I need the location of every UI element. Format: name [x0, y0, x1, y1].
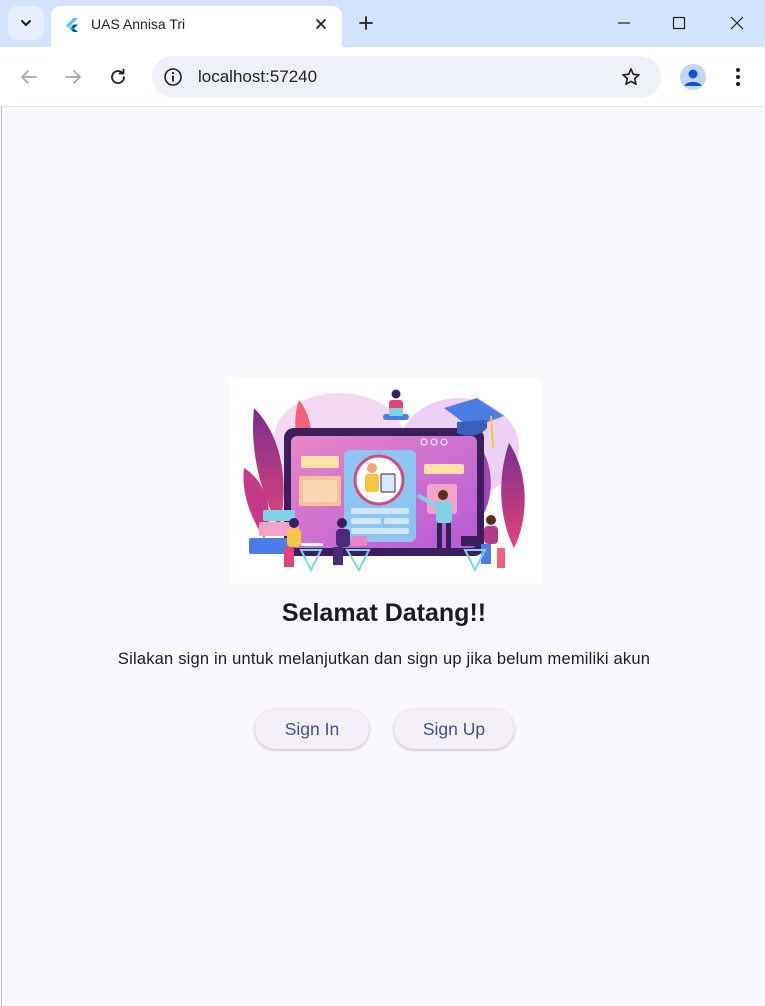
chevron-down-icon [21, 20, 31, 26]
app-page: Selamat Datang!! Silakan sign in untuk m… [1, 107, 765, 1006]
tab-title: UAS Annisa Tri [91, 16, 186, 32]
reload-button[interactable] [103, 62, 133, 92]
window-close-button[interactable] [722, 8, 752, 38]
avatar-icon [684, 69, 702, 86]
sign-up-button[interactable]: Sign Up [394, 709, 514, 749]
active-tab[interactable]: UAS Annisa Tri [51, 6, 342, 47]
tab-strip: UAS Annisa Tri [0, 0, 765, 47]
minimize-icon [618, 22, 630, 24]
url-text: localhost:57240 [198, 67, 318, 86]
info-icon [164, 68, 182, 86]
browser-window: UAS Annisa Tri localhost:57240 Selamat D… [0, 0, 765, 1006]
forward-button[interactable] [58, 62, 88, 92]
tab-search-button[interactable] [8, 6, 44, 40]
close-icon [316, 19, 326, 29]
minimize-button[interactable] [609, 8, 639, 38]
maximize-icon [672, 16, 686, 30]
new-tab-button[interactable] [354, 11, 378, 35]
online-class-illustration [229, 378, 542, 585]
maximize-button[interactable] [664, 8, 694, 38]
sign-in-button[interactable]: Sign In [255, 709, 369, 749]
reload-icon [111, 68, 125, 84]
browser-menu-button[interactable] [726, 62, 750, 92]
flutter-icon [66, 18, 78, 32]
arrow-left-icon [21, 70, 37, 84]
arrow-right-icon [65, 70, 81, 84]
tab-close-button[interactable] [311, 14, 331, 34]
profile-button[interactable] [680, 64, 706, 90]
more-vert-icon [736, 68, 740, 86]
bookmark-button[interactable] [619, 65, 643, 89]
browser-toolbar: localhost:57240 [0, 47, 765, 107]
welcome-title: Selamat Datang!! [281, 599, 487, 627]
close-icon [730, 16, 744, 30]
back-button[interactable] [14, 62, 44, 92]
star-icon [622, 68, 640, 86]
address-bar[interactable]: localhost:57240 [152, 56, 661, 98]
site-info-button[interactable] [161, 65, 185, 89]
welcome-subtitle: Silakan sign in untuk melanjutkan dan si… [117, 650, 651, 668]
plus-icon [359, 16, 373, 30]
